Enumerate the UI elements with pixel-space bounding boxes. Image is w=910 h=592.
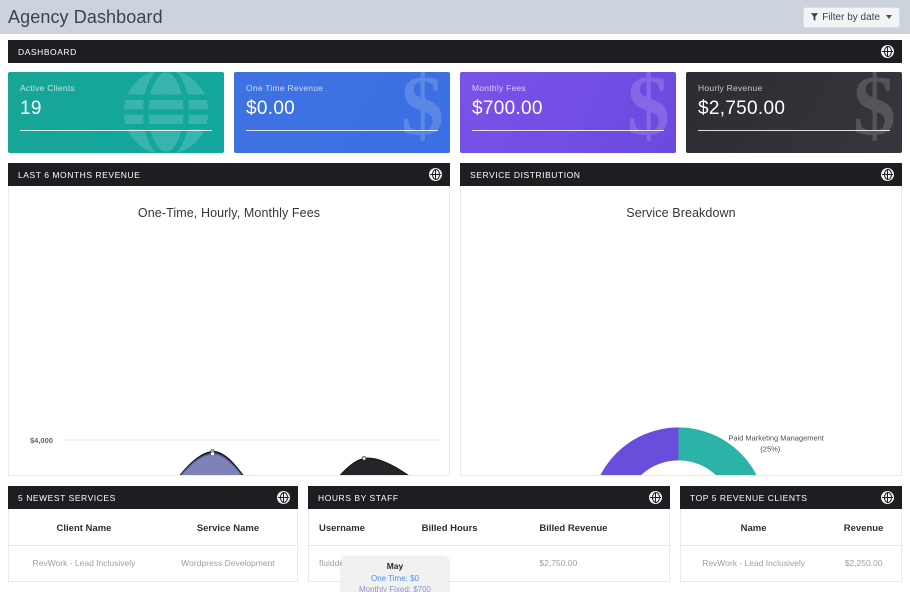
card-divider [698, 130, 890, 131]
kpi-value: $700.00 [472, 98, 543, 119]
newest-services-panel: 5 NEWEST SERVICES Client Name Service Na… [8, 486, 298, 582]
charts-row: LAST 6 MONTHS REVENUE One-Time, Hourly, … [8, 163, 902, 592]
kpi-card-monthly-fees[interactable]: $ Monthly Fees $700.00 [460, 72, 676, 153]
hours-by-staff-title: HOURS BY STAFF [318, 492, 399, 503]
tooltip-row-one-time: One Time: $0 [370, 574, 420, 583]
revenue-panel: LAST 6 MONTHS REVENUE One-Time, Hourly, … [8, 163, 450, 592]
newest-services-title: 5 NEWEST SERVICES [18, 492, 116, 503]
column-header: Billed Hours [413, 509, 532, 546]
donut-chart-svg: Paid Marketing Management(25%)Wordpress … [600, 427, 825, 476]
kpi-card-hourly-revenue[interactable]: $ Hourly Revenue $2,750.00 [686, 72, 902, 153]
dashboard-bar-label: DASHBOARD [18, 46, 77, 57]
svg-text:Paid Marketing Management: Paid Marketing Management [728, 433, 824, 442]
cell-service-name: Wordpress Development [181, 558, 275, 568]
kpi-card-row: Active Clients 19 $ One Time Revenue $0.… [8, 72, 902, 153]
card-divider [246, 130, 438, 131]
service-donut-chart[interactable]: Service Breakdown Paid Marketing Managem… [460, 186, 902, 476]
newest-services-table: Client Name Service Name RevWork - Lead … [9, 509, 297, 581]
area-chart-svg: $0$1,000$2,000$3,000$4,000DecJanFebMarAp… [30, 436, 440, 476]
service-panel-title: SERVICE DISTRIBUTION [470, 169, 581, 180]
top-clients-panel: TOP 5 REVENUE CLIENTS Name Revenue RevWo… [680, 486, 902, 582]
funnel-icon [811, 13, 819, 21]
dashboard-bar: DASHBOARD [8, 40, 902, 63]
cell-client-name: RevWork - Lead Inclusively [32, 558, 136, 568]
column-header: Username [309, 509, 414, 546]
widget-options-icon[interactable] [649, 491, 662, 504]
top-clients-title: TOP 5 REVENUE CLIENTS [690, 492, 808, 503]
app-header: Agency Dashboard Filter by date [0, 0, 910, 34]
widget-options-icon[interactable] [881, 491, 894, 504]
kpi-label: Monthly Fees [472, 83, 527, 93]
top-clients-table: Name Revenue RevWork - Lead Inclusively … [681, 509, 901, 581]
chevron-down-icon [886, 15, 892, 19]
card-divider [472, 130, 664, 131]
kpi-value: $2,750.00 [698, 98, 786, 119]
card-divider [20, 130, 212, 131]
column-header: Service Name [158, 509, 297, 546]
kpi-card-active-clients[interactable]: Active Clients 19 [8, 72, 224, 153]
filter-button-label: Filter by date [822, 11, 880, 23]
widget-options-icon[interactable] [881, 168, 894, 181]
dashboard-page: Agency Dashboard Filter by date DASHBOAR… [0, 0, 910, 592]
kpi-label: One Time Revenue [246, 83, 324, 93]
table-row[interactable]: RevWork - Lead Inclusively Wordpress Dev… [9, 546, 297, 582]
cell-billed-revenue: $2,750.00 [539, 558, 578, 568]
cell-revenue: $2,250.00 [844, 558, 883, 568]
svg-text:$4,000: $4,000 [30, 436, 53, 445]
table-row[interactable]: RevWork - Lead Inclusively $2,250.00 [681, 546, 901, 582]
column-header: Billed Revenue [531, 509, 669, 546]
kpi-value: 19 [20, 98, 42, 119]
widget-options-icon[interactable] [277, 491, 290, 504]
table-header-row: Name Revenue [681, 509, 901, 546]
column-header: Name [681, 509, 827, 546]
kpi-value: $0.00 [246, 98, 296, 119]
svg-text:(25%): (25%) [760, 444, 780, 453]
chart-tooltip: May One Time: $0 Monthly Fixed: $700 Mon… [342, 556, 448, 592]
widget-options-icon[interactable] [881, 45, 894, 58]
column-header: Client Name [9, 509, 159, 546]
service-distribution-panel: SERVICE DISTRIBUTION Service Breakdown P… [460, 163, 902, 476]
page-title: Agency Dashboard [8, 6, 163, 27]
table-header-row: Username Billed Hours Billed Revenue [309, 509, 669, 546]
kpi-label: Active Clients [20, 83, 75, 93]
tooltip-row-monthly-fixed: Monthly Fixed: $700 [358, 585, 432, 592]
widget-options-icon[interactable] [429, 168, 442, 181]
tooltip-title: May [386, 561, 404, 571]
revenue-area-chart[interactable]: One-Time, Hourly, Monthly Fees $0$1,000$… [8, 186, 450, 592]
revenue-panel-title: LAST 6 MONTHS REVENUE [18, 169, 141, 180]
tables-row: 5 NEWEST SERVICES Client Name Service Na… [8, 486, 902, 582]
kpi-label: Hourly Revenue [698, 83, 763, 93]
filter-by-date-button[interactable]: Filter by date [803, 6, 900, 28]
column-header: Revenue [826, 509, 901, 546]
kpi-card-one-time-revenue[interactable]: $ One Time Revenue $0.00 [234, 72, 450, 153]
table-header-row: Client Name Service Name [9, 509, 297, 546]
cell-client-name: RevWork - Lead Inclusively [702, 558, 806, 568]
